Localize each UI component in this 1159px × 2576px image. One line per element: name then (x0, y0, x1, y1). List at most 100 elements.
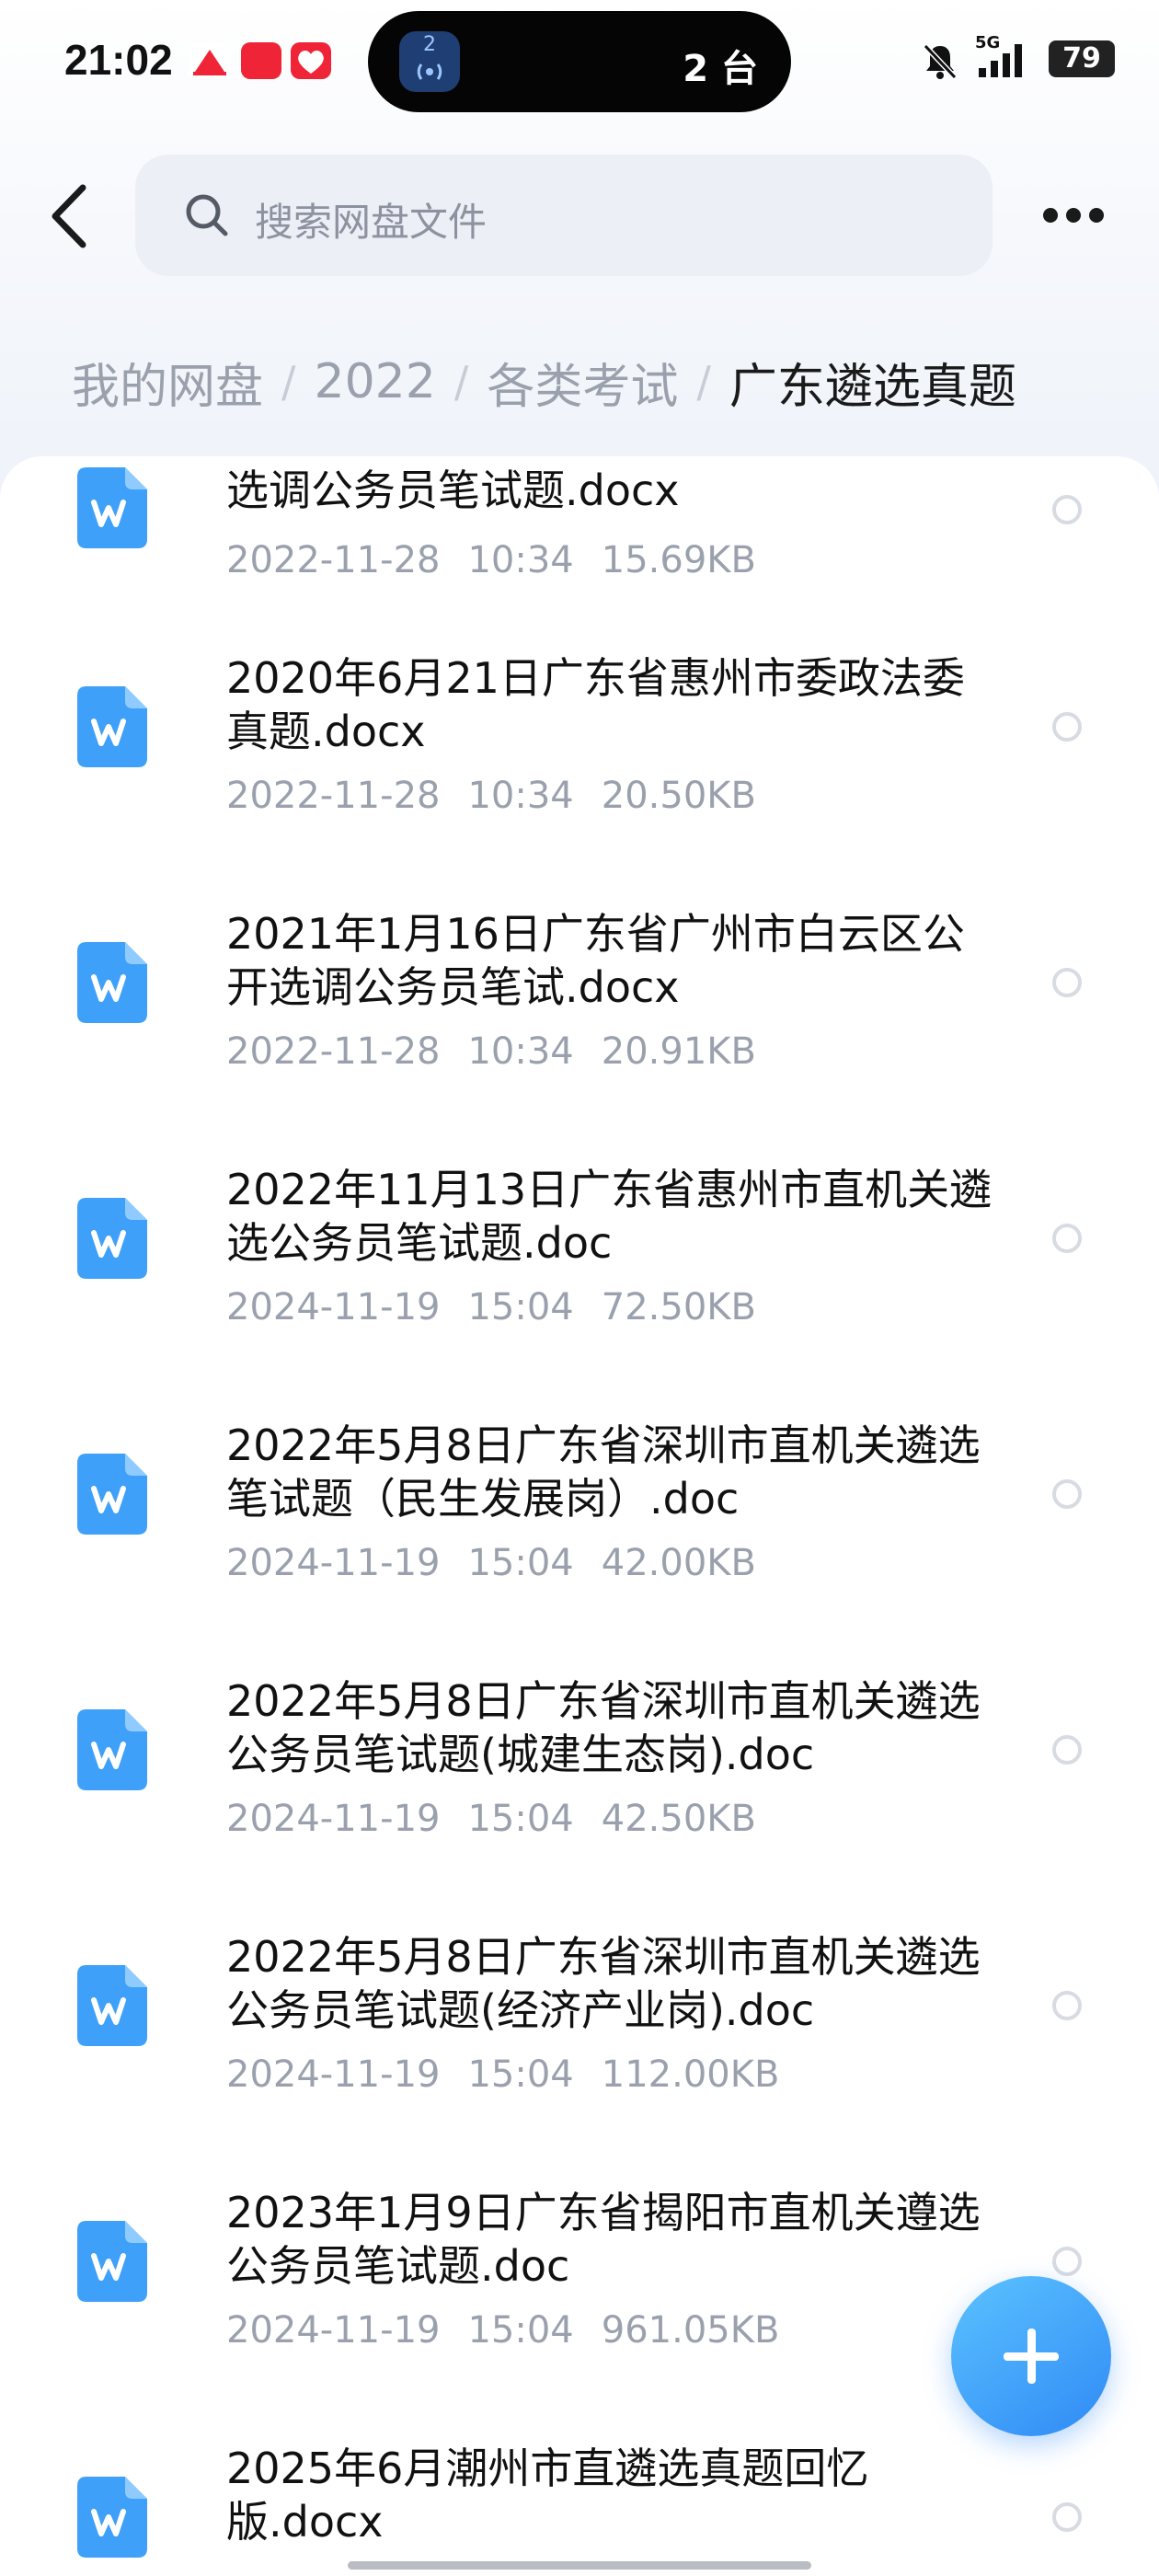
add-button[interactable] (951, 2276, 1111, 2436)
file-size: 15.69KB (601, 539, 756, 581)
file-size: 42.50KB (601, 1798, 756, 1840)
search-input[interactable]: 搜索网盘文件 (135, 155, 993, 276)
breadcrumb-item-my-drive[interactable]: 我的网盘 (72, 348, 263, 417)
search-placeholder: 搜索网盘文件 (255, 200, 488, 245)
file-name: 2022年11月13日广东省惠州市直机关遴选公务员笔试题.doc (226, 1165, 993, 1268)
list-item[interactable]: 2022年5月8日广东省深圳市直机关遴选笔试题（民生发展岗）.doc 2024-… (0, 1389, 1159, 1645)
notification-app-icon (189, 42, 230, 79)
notification-app-icon (241, 42, 281, 79)
file-size: 112.00KB (601, 2053, 780, 2096)
island-device-count: 2 台 (683, 48, 758, 90)
word-doc-icon (77, 467, 147, 548)
select-checkbox[interactable] (1052, 2502, 1082, 2532)
file-list: 选调公务员笔试题.docx 2022-11-28 10:34 15.69KB 202… (0, 456, 1159, 2576)
file-time: 15:04 (467, 2309, 574, 2352)
breadcrumb-item-exams[interactable]: 各类考试 (487, 348, 678, 417)
file-name: 2022年5月8日广东省深圳市直机关遴选公务员笔试题(城建生态岗).doc (226, 1676, 981, 1779)
file-date: 2024-11-19 (226, 2053, 441, 2096)
select-checkbox[interactable] (1052, 968, 1082, 997)
word-doc-icon (77, 2221, 147, 2302)
chevron-left-icon (52, 184, 86, 248)
file-name: 2020年6月21日广东省惠州市委政法委真题.docx (226, 653, 965, 756)
status-bar: 21:02 2 2 台 5G 79 (0, 0, 1159, 129)
file-time: 10:34 (467, 539, 574, 581)
file-time: 15:04 (467, 1542, 574, 1584)
file-size: 20.91KB (601, 1030, 756, 1073)
file-time: 15:04 (467, 2053, 574, 2096)
more-horizontal-icon (1089, 208, 1104, 223)
home-indicator[interactable] (348, 2561, 811, 2570)
breadcrumb-separator: / (696, 357, 711, 407)
file-meta: 2024-11-19 15:04 42.00KB (226, 1542, 784, 1584)
list-item[interactable]: 2022年5月8日广东省深圳市直机关遴选公务员笔试题(城建生态岗).doc 20… (0, 1645, 1159, 1901)
breadcrumb-separator: / (453, 357, 469, 407)
list-item[interactable]: 2025年6月潮州市直遴选真题回忆版.docx (0, 2412, 1159, 2576)
battery-level: 79 (1049, 40, 1115, 77)
signal-icon: 5G (975, 33, 1030, 79)
select-checkbox[interactable] (1052, 712, 1082, 742)
more-horizontal-icon (1043, 208, 1058, 223)
file-meta: 2024-11-19 15:04 112.00KB (226, 2053, 807, 2096)
select-checkbox[interactable] (1052, 1479, 1082, 1509)
file-name: 2022年5月8日广东省深圳市直机关遴选公务员笔试题(经济产业岗).doc (226, 1932, 981, 2035)
status-time: 21:02 (64, 36, 173, 84)
file-name: 2022年5月8日广东省深圳市直机关遴选笔试题（民生发展岗）.doc (226, 1420, 981, 1524)
more-options-button[interactable] (1039, 190, 1107, 241)
word-doc-icon (77, 1454, 147, 1535)
file-meta: 2022-11-28 10:34 15.69KB (226, 539, 784, 581)
breadcrumb-item-2022[interactable]: 2022 (315, 354, 436, 409)
list-item[interactable]: 2022年11月13日广东省惠州市直机关遴选公务员笔试题.doc 2024-11… (0, 1133, 1159, 1389)
breadcrumb: 我的网盘 / 2022 / 各类考试 / 广东遴选真题 (72, 348, 1016, 417)
file-meta: 2022-11-28 10:34 20.50KB (226, 775, 784, 817)
more-horizontal-icon (1066, 208, 1081, 223)
select-checkbox[interactable] (1052, 495, 1082, 524)
file-date: 2022-11-28 (226, 1030, 441, 1073)
file-time: 15:04 (467, 1286, 574, 1328)
word-doc-icon (77, 1965, 147, 2046)
notification-app-icon (291, 42, 331, 79)
plus-icon (1027, 2329, 1036, 2384)
breadcrumb-separator: / (281, 357, 296, 407)
word-doc-icon (77, 686, 147, 767)
file-name: 2021年1月16日广东省广州市白云区公开选调公务员笔试.docx (226, 909, 965, 1012)
file-meta: 2022-11-28 10:34 20.91KB (226, 1030, 784, 1073)
file-name: 2025年6月潮州市直遴选真题回忆版.docx (226, 2444, 869, 2547)
file-date: 2022-11-28 (226, 775, 441, 817)
island-badge: 2 (423, 33, 436, 56)
list-item[interactable]: 2020年6月21日广东省惠州市委政法委真题.docx 2022-11-28 10… (0, 622, 1159, 878)
list-item[interactable]: 选调公务员笔试题.docx 2022-11-28 10:34 15.69KB (0, 456, 1159, 622)
file-date: 2024-11-19 (226, 1798, 441, 1840)
breadcrumb-item-current: 广东遴选真题 (729, 359, 1016, 415)
select-checkbox[interactable] (1052, 1991, 1082, 2020)
file-date: 2024-11-19 (226, 1286, 441, 1328)
bell-off-icon (923, 43, 958, 80)
word-doc-icon (77, 2477, 147, 2558)
select-checkbox[interactable] (1052, 1224, 1082, 1253)
word-doc-icon (77, 1709, 147, 1790)
file-meta: 2024-11-19 15:04 961.05KB (226, 2309, 807, 2352)
search-icon (186, 194, 228, 236)
file-time: 10:34 (467, 775, 574, 817)
select-checkbox[interactable] (1052, 1735, 1082, 1765)
file-name: 2023年1月9日广东省揭阳市直机关遵选公务员笔试题.doc (226, 2188, 981, 2291)
dynamic-island[interactable]: 2 2 台 (368, 11, 791, 112)
file-name: 选调公务员笔试题.docx (226, 466, 680, 515)
select-checkbox[interactable] (1052, 2247, 1082, 2276)
file-date: 2024-11-19 (226, 1542, 441, 1584)
list-item[interactable]: 2022年5月8日广东省深圳市直机关遴选公务员笔试题(经济产业岗).doc 20… (0, 1901, 1159, 2156)
file-date: 2022-11-28 (226, 539, 441, 581)
file-size: 42.00KB (601, 1542, 756, 1584)
cast-icon: 2 (399, 31, 460, 92)
file-meta: 2024-11-19 15:04 42.50KB (226, 1798, 784, 1840)
list-item[interactable]: 2021年1月16日广东省广州市白云区公开选调公务员笔试.docx 2022-1… (0, 878, 1159, 1133)
file-meta: 2024-11-19 15:04 72.50KB (226, 1286, 784, 1328)
word-doc-icon (77, 1198, 147, 1279)
file-date: 2024-11-19 (226, 2309, 441, 2352)
file-size: 72.50KB (601, 1286, 756, 1328)
file-size: 961.05KB (601, 2309, 780, 2352)
file-size: 20.50KB (601, 775, 756, 817)
file-time: 10:34 (467, 1030, 574, 1073)
back-button[interactable] (40, 175, 105, 258)
file-time: 15:04 (467, 1798, 574, 1840)
word-doc-icon (77, 942, 147, 1023)
